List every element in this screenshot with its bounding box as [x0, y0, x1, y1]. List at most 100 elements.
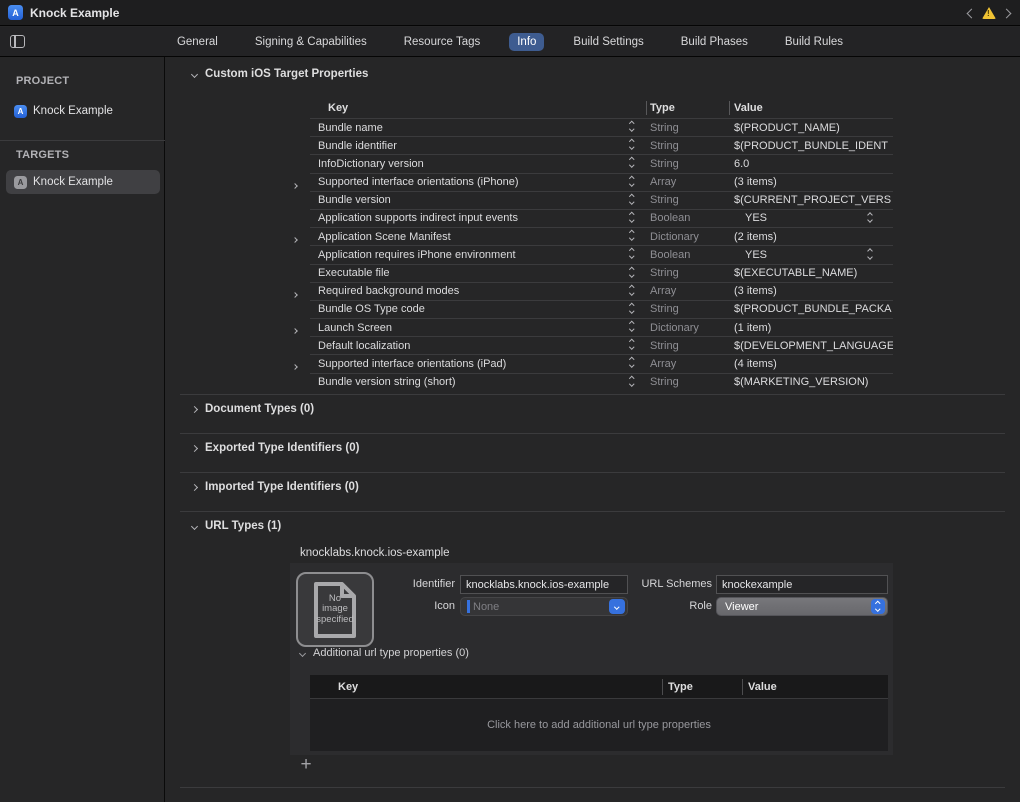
property-value[interactable]: $(DEVELOPMENT_LANGUAGE	[734, 340, 893, 352]
value-stepper-icon[interactable]	[868, 249, 872, 259]
property-row[interactable]: Application supports indirect input even…	[310, 209, 893, 227]
key-stepper-icon[interactable]	[630, 231, 634, 240]
property-value[interactable]: $(PRODUCT_NAME)	[734, 122, 893, 134]
disclosure-chevron-icon[interactable]	[293, 360, 297, 372]
tab-build-rules[interactable]: Build Rules	[777, 33, 851, 51]
key-stepper-icon[interactable]	[630, 340, 634, 349]
property-row[interactable]: Bundle identifierString$(PRODUCT_BUNDLE_…	[310, 136, 893, 154]
property-type: String	[650, 122, 679, 134]
disclosure-chevron-icon[interactable]	[293, 233, 297, 245]
combo-dropdown-button[interactable]	[609, 599, 625, 614]
property-key[interactable]: Bundle OS Type code	[318, 303, 618, 315]
property-value[interactable]: (2 items)	[734, 231, 893, 243]
icon-combo-box[interactable]: None	[460, 597, 628, 616]
identifier-input[interactable]	[460, 575, 628, 594]
key-stepper-icon[interactable]	[630, 122, 634, 131]
property-row[interactable]: Bundle name String $(PRODUCT_NAME)	[310, 118, 893, 136]
property-row[interactable]: Application Scene ManifestDictionary(2 i…	[310, 227, 893, 245]
editor-content: Custom iOS Target Properties Key Type Va…	[166, 57, 1020, 802]
property-key[interactable]: Bundle name	[318, 122, 618, 134]
url-schemes-input[interactable]	[716, 575, 888, 594]
property-row[interactable]: Required background modesArray(3 items)	[310, 282, 893, 300]
tab-resource-tags[interactable]: Resource Tags	[396, 33, 489, 51]
disclosure-chevron-icon[interactable]	[293, 288, 297, 300]
key-stepper-icon[interactable]	[630, 358, 634, 367]
key-stepper-icon[interactable]	[630, 158, 634, 167]
property-key[interactable]: Bundle identifier	[318, 140, 618, 152]
property-row[interactable]: Executable fileString$(EXECUTABLE_NAME)	[310, 264, 893, 282]
tab-info[interactable]: Info	[509, 33, 544, 51]
chevron-right-icon[interactable]	[191, 444, 198, 451]
property-row[interactable]: Supported interface orientations (iPhone…	[310, 173, 893, 191]
back-icon[interactable]	[967, 8, 977, 18]
value-stepper-icon[interactable]	[868, 213, 872, 223]
key-stepper-icon[interactable]	[630, 140, 634, 149]
property-key[interactable]: Executable file	[318, 267, 618, 279]
property-key[interactable]: Bundle version	[318, 194, 618, 206]
property-value[interactable]: (3 items)	[734, 285, 893, 297]
property-value[interactable]: $(MARKETING_VERSION)	[734, 376, 893, 388]
key-stepper-icon[interactable]	[630, 249, 634, 258]
disclosure-chevron-icon[interactable]	[293, 324, 297, 336]
property-row[interactable]: Bundle version string (short)String$(MAR…	[310, 373, 893, 391]
property-value[interactable]: $(PRODUCT_BUNDLE_IDENT	[734, 140, 893, 152]
key-stepper-icon[interactable]	[630, 195, 634, 204]
add-url-type-button[interactable]: +	[296, 755, 316, 775]
tab-general[interactable]: General	[169, 33, 226, 51]
property-row[interactable]: InfoDictionary versionString6.0	[310, 154, 893, 172]
key-stepper-icon[interactable]	[630, 304, 634, 313]
additional-properties-header[interactable]: Additional url type properties (0)	[300, 647, 469, 659]
tab-signing-capabilities[interactable]: Signing & Capabilities	[247, 33, 375, 51]
section-custom-ios-target-properties[interactable]: Custom iOS Target Properties	[192, 68, 368, 80]
chevron-down-icon[interactable]	[299, 649, 306, 656]
property-key[interactable]: Bundle version string (short)	[318, 376, 618, 388]
section-document-types[interactable]: Document Types (0)	[192, 403, 314, 415]
property-value[interactable]: (1 item)	[734, 322, 893, 334]
property-row[interactable]: Application requires iPhone environmentB…	[310, 245, 893, 263]
disclosure-chevron-icon[interactable]	[293, 179, 297, 191]
property-value[interactable]: 6.0	[734, 158, 893, 170]
section-exported-type-identifiers[interactable]: Exported Type Identifiers (0)	[192, 442, 359, 454]
key-stepper-icon[interactable]	[630, 177, 634, 186]
property-row[interactable]: Bundle versionString$(CURRENT_PROJECT_VE…	[310, 191, 893, 209]
property-key[interactable]: Application supports indirect input even…	[318, 212, 618, 224]
forward-icon[interactable]	[1002, 8, 1012, 18]
sidebar-item-project[interactable]: A Knock Example	[6, 99, 160, 123]
property-key[interactable]: Required background modes	[318, 285, 618, 297]
tab-build-phases[interactable]: Build Phases	[673, 33, 756, 51]
property-key[interactable]: InfoDictionary version	[318, 158, 618, 170]
key-stepper-icon[interactable]	[630, 322, 634, 331]
property-row[interactable]: Supported interface orientations (iPad)A…	[310, 354, 893, 372]
property-value[interactable]: $(CURRENT_PROJECT_VERS	[734, 194, 893, 206]
column-header-value: Value	[748, 681, 777, 693]
property-row[interactable]: Launch ScreenDictionary(1 item)	[310, 318, 893, 336]
property-row[interactable]: Bundle OS Type codeString$(PRODUCT_BUNDL…	[310, 300, 893, 318]
chevron-down-icon[interactable]	[191, 522, 198, 529]
chevron-down-icon[interactable]	[191, 70, 198, 77]
property-value[interactable]: $(EXECUTABLE_NAME)	[734, 267, 893, 279]
property-key[interactable]: Application requires iPhone environment	[318, 249, 618, 261]
property-key[interactable]: Supported interface orientations (iPhone…	[318, 176, 618, 188]
warning-triangle-icon[interactable]	[982, 7, 996, 19]
property-value[interactable]: $(PRODUCT_BUNDLE_PACKA	[734, 303, 893, 315]
chevron-right-icon[interactable]	[191, 405, 198, 412]
additional-properties-empty-state[interactable]: Click here to add additional url type pr…	[310, 699, 888, 751]
role-popup-button[interactable]: Viewer	[716, 597, 888, 616]
property-value[interactable]: (3 items)	[734, 176, 893, 188]
property-key[interactable]: Supported interface orientations (iPad)	[318, 358, 618, 370]
section-url-types[interactable]: URL Types (1)	[192, 520, 281, 532]
chevron-right-icon[interactable]	[191, 483, 198, 490]
sidebar-item-target[interactable]: A Knock Example	[6, 170, 160, 194]
key-stepper-icon[interactable]	[630, 268, 634, 277]
key-stepper-icon[interactable]	[630, 213, 634, 222]
property-key[interactable]: Launch Screen	[318, 322, 618, 334]
key-stepper-icon[interactable]	[630, 286, 634, 295]
tab-build-settings[interactable]: Build Settings	[565, 33, 651, 51]
url-type-image-well[interactable]: No image specified	[296, 572, 374, 647]
property-value[interactable]: (4 items)	[734, 358, 893, 370]
property-key[interactable]: Application Scene Manifest	[318, 231, 618, 243]
section-imported-type-identifiers[interactable]: Imported Type Identifiers (0)	[192, 481, 359, 493]
property-row[interactable]: Default localizationString$(DEVELOPMENT_…	[310, 336, 893, 354]
key-stepper-icon[interactable]	[630, 377, 634, 386]
property-key[interactable]: Default localization	[318, 340, 618, 352]
